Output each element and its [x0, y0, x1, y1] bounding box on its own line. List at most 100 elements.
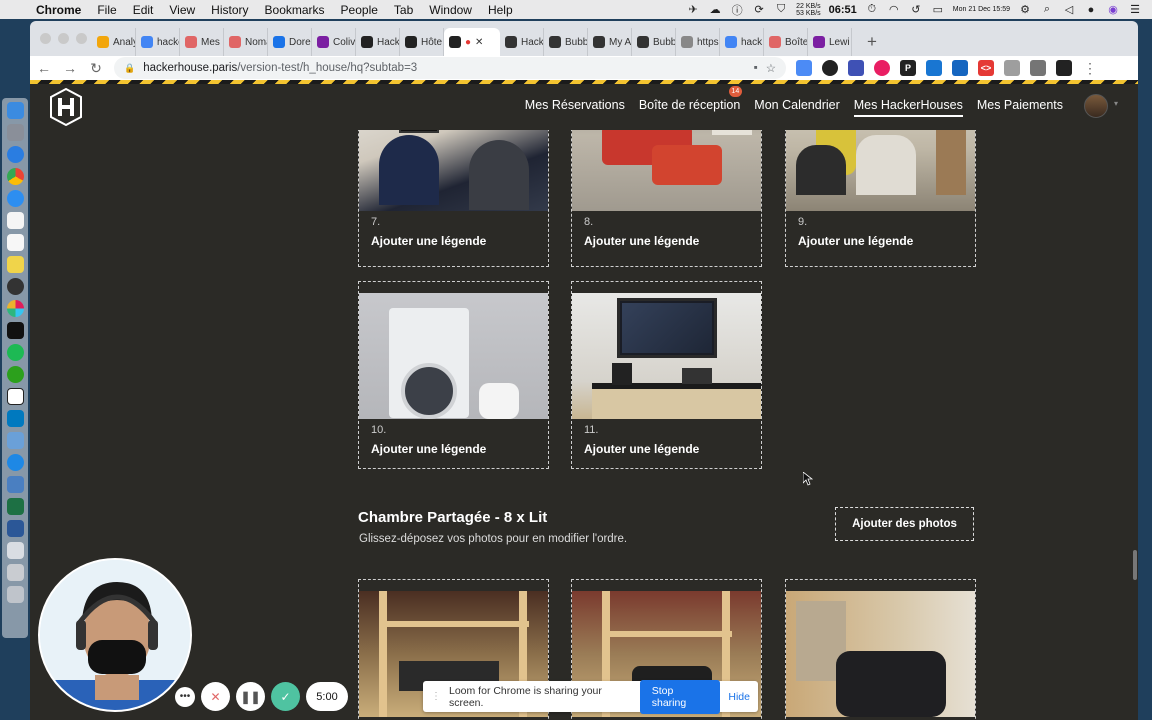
drag-handle-icon[interactable]: ⋮: [431, 691, 441, 702]
photo-caption[interactable]: Ajouter une légende: [584, 442, 761, 456]
notification-center-icon[interactable]: ☰: [1128, 3, 1142, 17]
nav-hackerhouses[interactable]: Mes HackerHouses: [853, 98, 963, 117]
avatar[interactable]: [1084, 94, 1108, 118]
volume-icon[interactable]: ◁: [1062, 3, 1076, 17]
notion-icon[interactable]: [6, 388, 24, 405]
browser-tab[interactable]: My A: [588, 28, 632, 56]
slack-icon[interactable]: [6, 300, 24, 317]
extension-icon-3[interactable]: [848, 60, 864, 76]
excel-icon[interactable]: [6, 498, 24, 515]
extension-icon-9[interactable]: [1004, 60, 1020, 76]
camera-icon[interactable]: ▪: [754, 62, 758, 74]
browser-tab[interactable]: Bubb: [632, 28, 676, 56]
menu-window[interactable]: Window: [421, 3, 480, 17]
chrome-menu-icon[interactable]: ⋮: [1082, 60, 1098, 77]
browser-tab[interactable]: Boîte: [764, 28, 808, 56]
photo-card-room-3[interactable]: [785, 579, 976, 720]
control-center-icon[interactable]: ⚙: [1018, 3, 1032, 17]
trash-icon[interactable]: [6, 586, 24, 603]
photos-app-icon[interactable]: [6, 432, 24, 449]
menu-app[interactable]: Chrome: [28, 3, 89, 17]
nav-reservations[interactable]: Mes Réservations: [525, 98, 625, 112]
timer-clock[interactable]: 06:51: [829, 4, 857, 16]
user-icon[interactable]: ●: [1084, 3, 1098, 17]
downloads-icon[interactable]: [6, 564, 24, 581]
browser-tab[interactable]: hacke: [136, 28, 180, 56]
photo-caption[interactable]: Ajouter une légende: [371, 234, 548, 248]
menu-edit[interactable]: Edit: [125, 3, 162, 17]
photo-card-10[interactable]: 10. Ajouter une légende: [358, 281, 549, 469]
browser-tab[interactable]: https: [676, 28, 720, 56]
browser-tab[interactable]: Dore: [268, 28, 312, 56]
finder-icon[interactable]: [6, 102, 24, 119]
menubar-date[interactable]: Mon 21 Dec 15:59: [953, 6, 1010, 13]
profile-extension-icon[interactable]: [1056, 60, 1072, 76]
nav-payments[interactable]: Mes Paiements: [977, 98, 1063, 112]
extension-icon-8[interactable]: <>: [978, 60, 994, 76]
airplane-icon[interactable]: ✈: [686, 3, 700, 17]
sync-icon[interactable]: ⟳: [752, 3, 766, 17]
browser-tab[interactable]: Hack: [356, 28, 400, 56]
browser-tab[interactable]: Bubb: [544, 28, 588, 56]
spotlight-icon[interactable]: ⌕: [1040, 3, 1054, 17]
zoom-window-button[interactable]: [76, 33, 87, 44]
stickies-icon[interactable]: [6, 256, 24, 273]
minimize-window-button[interactable]: [58, 33, 69, 44]
back-icon[interactable]: ←: [36, 60, 52, 76]
close-tab-icon[interactable]: ✕: [475, 37, 483, 48]
trello-icon[interactable]: [6, 410, 24, 427]
nav-calendar[interactable]: Mon Calendrier: [754, 98, 839, 112]
shield-icon[interactable]: ⛉: [774, 3, 788, 17]
textedit-icon[interactable]: [6, 212, 24, 229]
stop-sharing-button[interactable]: Stop sharing: [639, 679, 721, 714]
forward-icon[interactable]: →: [62, 60, 78, 76]
contacts-icon[interactable]: [6, 146, 24, 163]
extension-icon-1[interactable]: [796, 60, 812, 76]
extension-icon-6[interactable]: [926, 60, 942, 76]
battery-icon[interactable]: ▭: [931, 3, 945, 17]
spotify-icon[interactable]: [6, 344, 24, 361]
extension-icon-5[interactable]: P: [900, 60, 916, 76]
preview-icon[interactable]: [6, 476, 24, 493]
quickbooks-icon[interactable]: [6, 366, 24, 383]
extensions-puzzle-icon[interactable]: [1030, 60, 1046, 76]
stopwatch-icon[interactable]: ⏱: [865, 3, 879, 17]
menu-view[interactable]: View: [161, 3, 203, 17]
address-bar[interactable]: 🔒 hackerhouse.paris/version-test/h_house…: [114, 57, 786, 79]
new-tab-button[interactable]: +: [860, 30, 884, 54]
loom-cancel-button[interactable]: ✕: [201, 682, 230, 711]
browser-tab[interactable]: Mes c: [180, 28, 224, 56]
browser-tab[interactable]: Coliv: [312, 28, 356, 56]
browser-tab[interactable]: Lewi: [808, 28, 852, 56]
browser-tab[interactable]: Hôte: [400, 28, 444, 56]
chevron-down-icon[interactable]: ▾: [1114, 99, 1118, 108]
messenger-icon[interactable]: [6, 454, 24, 471]
extension-icon-7[interactable]: [952, 60, 968, 76]
menu-help[interactable]: Help: [480, 3, 521, 17]
extension-icon-4[interactable]: [874, 60, 890, 76]
menu-bookmarks[interactable]: Bookmarks: [257, 3, 333, 17]
safari-icon[interactable]: [6, 190, 24, 207]
browser-tab[interactable]: Analy: [92, 28, 136, 56]
github-icon[interactable]: [6, 278, 24, 295]
launchpad-icon[interactable]: [6, 124, 24, 141]
browser-tab[interactable]: hack: [720, 28, 764, 56]
loom-more-button[interactable]: •••: [175, 686, 195, 707]
loom-finish-button[interactable]: ✓: [271, 682, 300, 711]
browser-tab[interactable]: ● ✕: [444, 28, 500, 56]
browser-tab[interactable]: Hack: [500, 28, 544, 56]
info-icon[interactable]: ⓘ: [730, 3, 744, 17]
scrollbar-thumb[interactable]: [1133, 550, 1137, 580]
menu-people[interactable]: People: [333, 3, 386, 17]
nav-inbox[interactable]: Boîte de réception 14: [639, 86, 742, 112]
notes-icon[interactable]: [6, 234, 24, 251]
loom-webcam-bubble[interactable]: [38, 558, 192, 712]
loom-pause-button[interactable]: ❚❚: [236, 682, 265, 711]
bookmark-star-icon[interactable]: ☆: [766, 61, 776, 75]
cloud-icon[interactable]: ☁: [708, 3, 722, 17]
chrome-icon[interactable]: [6, 168, 24, 185]
photo-caption[interactable]: Ajouter une légende: [584, 234, 761, 248]
photo-card-11[interactable]: 11. Ajouter une légende: [571, 281, 762, 469]
menu-history[interactable]: History: [203, 3, 256, 17]
photo-caption[interactable]: Ajouter une légende: [798, 234, 975, 248]
